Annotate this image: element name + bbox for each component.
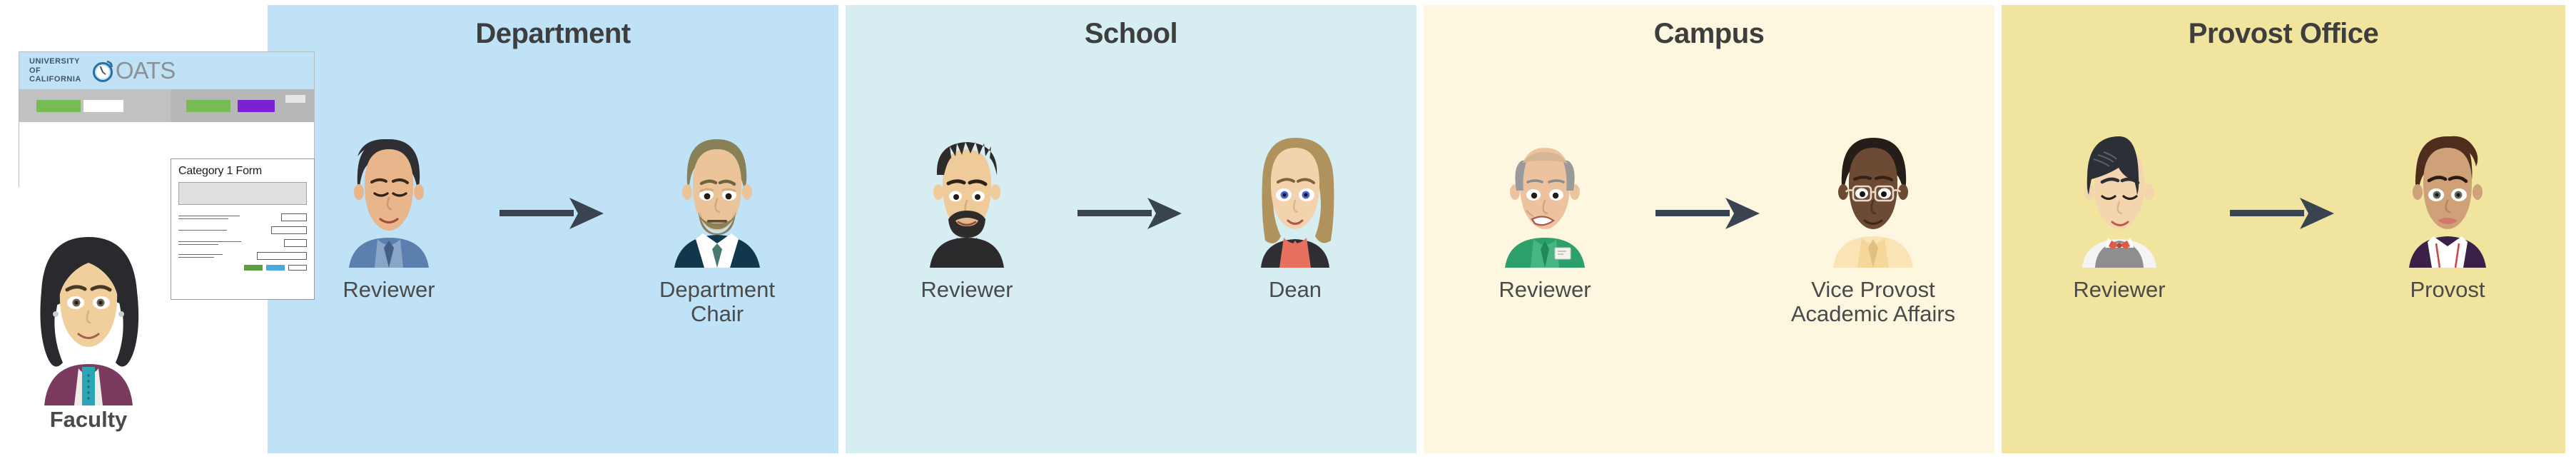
form-label-lines	[178, 254, 223, 258]
form-row	[178, 252, 307, 260]
faculty-label: Faculty	[49, 407, 128, 432]
toolbar-chip-green-2[interactable]	[186, 99, 230, 112]
oats-toolbar-left	[19, 89, 171, 122]
oats-toolbar-right	[171, 89, 314, 122]
panel-campus: Campus Reviewer Vice Provost Academic Af…	[1424, 5, 1994, 453]
person-provost: Provost	[2351, 132, 2544, 302]
form-row	[178, 226, 307, 234]
category-1-form-title: Category 1 Form	[178, 165, 263, 177]
person-label: Vice Provost Academic Affairs	[1790, 277, 1956, 327]
dean-avatar-icon	[1231, 132, 1359, 268]
form-label-lines	[178, 230, 227, 231]
toolbar-chip-white[interactable]	[83, 99, 123, 112]
panel-title-school: School	[1084, 18, 1178, 49]
school-pair: Reviewer Dean	[846, 132, 1416, 302]
department-chair-avatar-icon	[653, 132, 781, 268]
form-input-box[interactable]	[271, 226, 307, 234]
reviewer-avatar-icon	[325, 132, 453, 268]
person-label: Reviewer	[921, 277, 1013, 302]
toolbar-chip-purple[interactable]	[238, 99, 275, 112]
uc-brand-text: UNIVERSITY OF CALIFORNIA	[29, 56, 81, 84]
oats-logo: OATS	[91, 57, 176, 84]
campus-pair: Reviewer Vice Provost Academic Affairs	[1424, 132, 1994, 326]
panel-title-campus: Campus	[1653, 18, 1765, 49]
person-label: Reviewer	[2073, 277, 2166, 302]
form-row	[178, 213, 307, 221]
oats-toolbar[interactable]	[19, 89, 314, 122]
form-row	[178, 239, 307, 247]
workflow-diagram: UNIVERSITY OF CALIFORNIA OATS Category 1…	[0, 0, 2576, 464]
person-vice-provost: Vice Provost Academic Affairs	[1777, 132, 1969, 326]
toolbar-chip-pale[interactable]	[285, 95, 305, 103]
panel-title-provost-office: Provost Office	[2188, 18, 2379, 49]
person-school-reviewer: Reviewer	[871, 132, 1063, 302]
form-submit-button[interactable]	[244, 265, 263, 271]
form-actions	[178, 265, 307, 271]
form-header-block	[178, 182, 307, 205]
right-arrow-icon	[1641, 132, 1777, 232]
form-input-box[interactable]	[281, 213, 307, 221]
faculty-column: UNIVERSITY OF CALIFORNIA OATS Category 1…	[0, 0, 315, 464]
person-label: Dean	[1268, 277, 1322, 302]
category-1-form-popup[interactable]: Category 1 Form	[171, 158, 315, 300]
provost-office-pair: Reviewer Provost	[2002, 132, 2565, 302]
form-label-lines	[178, 216, 240, 219]
form-input-box[interactable]	[284, 239, 307, 247]
reviewer-avatar-icon	[2055, 132, 2184, 268]
oats-app-name: OATS	[115, 57, 176, 84]
form-label-lines	[178, 241, 241, 245]
toolbar-chip-green[interactable]	[36, 99, 81, 112]
reviewer-avatar-icon	[1481, 132, 1609, 268]
person-campus-reviewer: Reviewer	[1449, 132, 1641, 302]
department-pair: Reviewer Department Chair	[268, 132, 838, 326]
panel-provost-office: Provost Office Reviewer Provost	[2002, 5, 2565, 453]
form-input-box[interactable]	[257, 252, 307, 260]
person-label: Department Chair	[659, 277, 775, 327]
person-label: Reviewer	[1499, 277, 1591, 302]
stopwatch-icon	[91, 59, 116, 83]
form-cancel-button[interactable]	[288, 265, 307, 271]
person-label: Provost	[2410, 277, 2485, 302]
person-label: Reviewer	[343, 277, 435, 302]
panel-title-department: Department	[475, 18, 631, 49]
panel-department: Department Reviewer Department Chair	[268, 5, 838, 453]
provost-avatar-icon	[2383, 132, 2512, 268]
form-save-button[interactable]	[266, 265, 285, 271]
panel-school: School Reviewer Dean	[846, 5, 1416, 453]
reviewer-avatar-icon	[903, 132, 1031, 268]
right-arrow-icon	[485, 132, 621, 232]
vice-provost-avatar-icon	[1809, 132, 1937, 268]
person-school-dean: Dean	[1199, 132, 1391, 302]
person-department-reviewer: Reviewer	[293, 132, 485, 302]
person-provost-reviewer: Reviewer	[2023, 132, 2216, 302]
right-arrow-icon	[1063, 132, 1199, 232]
faculty-avatar-icon	[10, 227, 167, 405]
right-arrow-icon	[2216, 132, 2351, 232]
person-department-chair: Department Chair	[621, 132, 813, 326]
oats-window-header: UNIVERSITY OF CALIFORNIA OATS	[19, 52, 314, 89]
